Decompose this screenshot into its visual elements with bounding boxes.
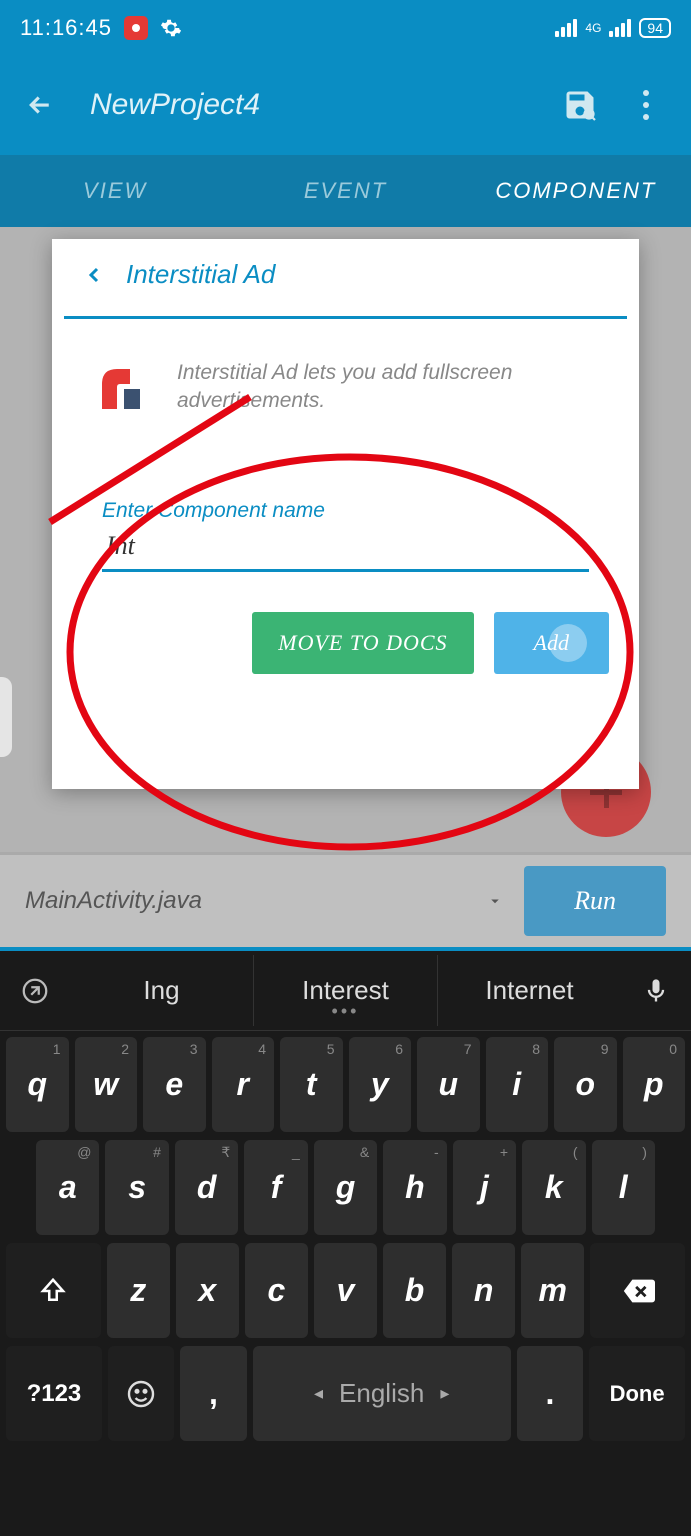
kebab-icon	[643, 90, 649, 120]
suggestion-3[interactable]: Internet	[438, 955, 621, 1026]
add-button[interactable]: Add	[494, 612, 609, 674]
key-t[interactable]: 5t	[280, 1037, 343, 1132]
space-key[interactable]: ◂ English ▸	[253, 1346, 511, 1441]
key-k[interactable]: (k	[522, 1140, 585, 1235]
file-dropdown[interactable]: MainActivity.java	[25, 887, 504, 915]
app-title: NewProject4	[90, 88, 539, 122]
status-time: 11:16:45	[20, 15, 112, 41]
file-name: MainActivity.java	[25, 887, 202, 915]
keyboard-language: English	[339, 1378, 424, 1409]
network-label: 4G	[585, 21, 601, 35]
key-x[interactable]: x	[176, 1243, 239, 1338]
suggestion-2[interactable]: Interest•••	[254, 955, 438, 1026]
backspace-key[interactable]	[590, 1243, 685, 1338]
emoji-key[interactable]	[108, 1346, 174, 1441]
chevron-down-icon	[486, 892, 504, 910]
more-options-button[interactable]	[621, 80, 671, 130]
voice-input-button[interactable]	[621, 977, 691, 1005]
edge-handle[interactable]	[0, 677, 12, 757]
signal-icon	[555, 19, 577, 37]
key-q[interactable]: 1q	[6, 1037, 69, 1132]
key-h[interactable]: -h	[383, 1140, 446, 1235]
dialog-title: Interstitial Ad	[126, 259, 275, 290]
key-v[interactable]: v	[314, 1243, 377, 1338]
admob-icon	[92, 359, 152, 419]
comma-key[interactable]: ,	[180, 1346, 246, 1441]
key-d[interactable]: ₹d	[175, 1140, 238, 1235]
clipboard-button[interactable]	[0, 976, 70, 1006]
key-j[interactable]: +j	[453, 1140, 516, 1235]
key-m[interactable]: m	[521, 1243, 584, 1338]
done-key[interactable]: Done	[589, 1346, 685, 1441]
soft-keyboard: Ing Interest••• Internet 1q2w3e4r5t6y7u8…	[0, 947, 691, 1536]
back-button[interactable]	[20, 85, 60, 125]
key-s[interactable]: #s	[105, 1140, 168, 1235]
period-key[interactable]: .	[517, 1346, 583, 1441]
component-dialog: Interstitial Ad Interstitial Ad lets you…	[52, 239, 639, 789]
run-button[interactable]: Run	[524, 866, 666, 936]
file-bar: MainActivity.java Run	[0, 852, 691, 947]
key-l[interactable]: )l	[592, 1140, 655, 1235]
screen-record-icon	[124, 16, 148, 40]
tab-event[interactable]: EVENT	[230, 155, 460, 227]
key-e[interactable]: 3e	[143, 1037, 206, 1132]
symbols-key[interactable]: ?123	[6, 1346, 102, 1441]
input-label: Enter Component name	[102, 499, 589, 523]
key-b[interactable]: b	[383, 1243, 446, 1338]
suggestion-1[interactable]: Ing	[70, 955, 254, 1026]
key-f[interactable]: _f	[244, 1140, 307, 1235]
tab-component[interactable]: COMPONENT	[461, 155, 691, 227]
gear-icon	[160, 17, 182, 39]
key-r[interactable]: 4r	[212, 1037, 275, 1132]
key-p[interactable]: 0p	[623, 1037, 686, 1132]
dialog-description: Interstitial Ad lets you add fullscreen …	[177, 359, 599, 419]
save-button[interactable]	[555, 80, 605, 130]
key-y[interactable]: 6y	[349, 1037, 412, 1132]
key-w[interactable]: 2w	[75, 1037, 138, 1132]
move-to-docs-button[interactable]: MOVE TO DOCS	[252, 612, 473, 674]
tab-view[interactable]: VIEW	[0, 155, 230, 227]
component-name-input[interactable]	[102, 523, 589, 572]
signal-icon-2	[609, 19, 631, 37]
content-area: Interstitial Ad Interstitial Ad lets you…	[0, 227, 691, 947]
tab-bar: VIEW EVENT COMPONENT	[0, 155, 691, 227]
app-bar: NewProject4	[0, 55, 691, 155]
shift-key[interactable]	[6, 1243, 101, 1338]
dialog-back-button[interactable]	[82, 263, 106, 287]
key-z[interactable]: z	[107, 1243, 170, 1338]
key-n[interactable]: n	[452, 1243, 515, 1338]
status-bar: 11:16:45 4G 94	[0, 0, 691, 55]
key-o[interactable]: 9o	[554, 1037, 617, 1132]
battery-icon: 94	[639, 18, 671, 38]
key-i[interactable]: 8i	[486, 1037, 549, 1132]
key-g[interactable]: &g	[314, 1140, 377, 1235]
key-a[interactable]: @a	[36, 1140, 99, 1235]
key-u[interactable]: 7u	[417, 1037, 480, 1132]
key-c[interactable]: c	[245, 1243, 308, 1338]
